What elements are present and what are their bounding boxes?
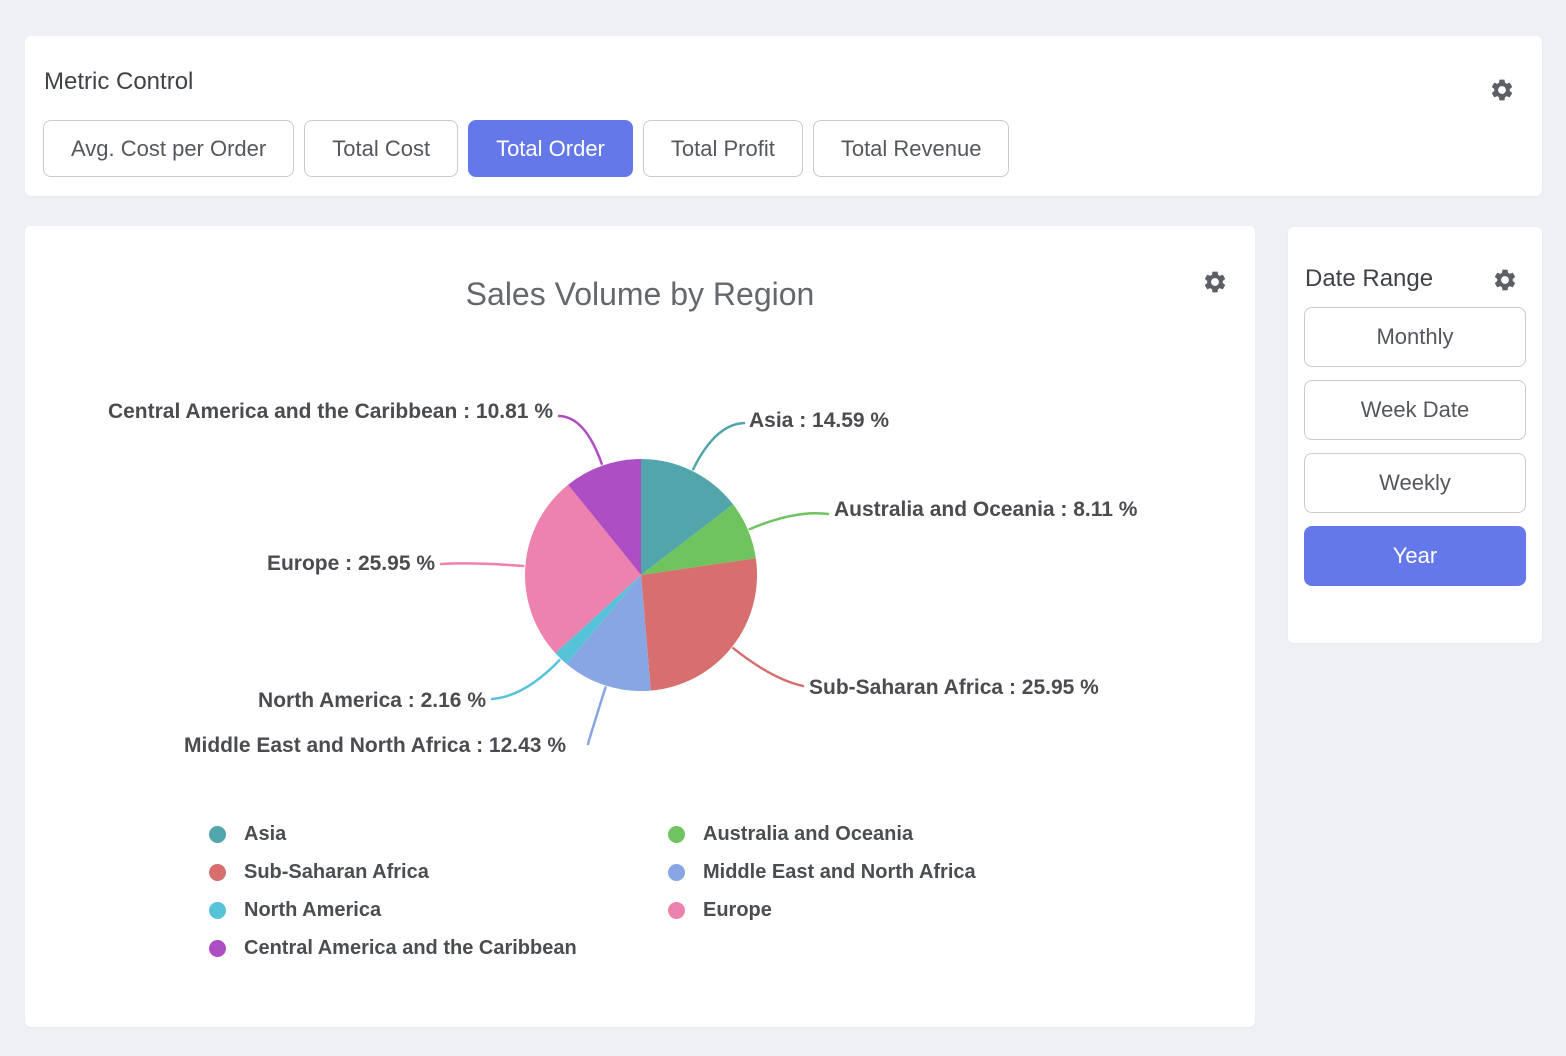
legend-label: Middle East and North Africa (703, 861, 976, 884)
date-range-button-weekly[interactable]: Weekly (1304, 453, 1526, 513)
legend-label: Australia and Oceania (703, 823, 913, 846)
pie-callout-line-asia (693, 423, 744, 469)
legend-dot-sub-saharan-africa (209, 864, 226, 881)
date-range-button-list: Monthly Week Date Weekly Year (1304, 307, 1526, 586)
settings-icon[interactable] (1492, 267, 1518, 293)
pie-callout-line-north-america (492, 660, 559, 699)
legend-dot-middle-east-and-north-africa (668, 864, 685, 881)
legend-item-sub-saharan-africa[interactable]: Sub-Saharan Africa (209, 860, 577, 884)
date-range-panel: Date Range Monthly Week Date Weekly Year (1288, 227, 1542, 643)
pie-callout-line-middle-east-and-north-africa (588, 688, 606, 745)
legend-item-middle-east-and-north-africa[interactable]: Middle East and North Africa (668, 860, 976, 884)
legend-dot-central-america-and-the-caribbean (209, 940, 226, 957)
legend-dot-north-america (209, 902, 226, 919)
legend-dot-europe (668, 902, 685, 919)
legend-label: Europe (703, 899, 772, 922)
metric-button-avg-cost-per-order[interactable]: Avg. Cost per Order (43, 120, 294, 177)
settings-icon[interactable] (1489, 77, 1515, 103)
pie-callout-line-europe (441, 563, 523, 566)
metric-button-total-order[interactable]: Total Order (468, 120, 633, 177)
legend-dot-australia-and-oceania (668, 826, 685, 843)
legend-label: Central America and the Caribbean (244, 937, 577, 960)
date-range-button-year[interactable]: Year (1304, 526, 1526, 586)
metric-button-total-cost[interactable]: Total Cost (304, 120, 458, 177)
metric-button-total-profit[interactable]: Total Profit (643, 120, 803, 177)
legend-label: Asia (244, 823, 286, 846)
sales-volume-chart-panel: Sales Volume by Region Asia : 14.59 %Aus… (25, 226, 1255, 1027)
legend-item-asia[interactable]: Asia (209, 822, 577, 846)
legend-item-north-america[interactable]: North America (209, 898, 577, 922)
date-range-button-monthly[interactable]: Monthly (1304, 307, 1526, 367)
legend-dot-asia (209, 826, 226, 843)
legend-label: North America (244, 899, 381, 922)
metric-button-total-revenue[interactable]: Total Revenue (813, 120, 1010, 177)
pie-callout-line-sub-saharan-africa (733, 648, 803, 686)
legend-column-1: Asia Sub-Saharan Africa North America Centr… (209, 822, 577, 974)
date-range-button-week-date[interactable]: Week Date (1304, 380, 1526, 440)
legend-item-central-america-and-the-caribbean[interactable]: Central America and the Caribbean (209, 936, 577, 960)
legend-item-europe[interactable]: Europe (668, 898, 976, 922)
pie-callout-line-central-america-and-the-caribbean (559, 416, 602, 464)
date-range-title: Date Range (1305, 265, 1433, 293)
metric-control-title: Metric Control (44, 68, 193, 96)
metric-control-panel: Metric Control Avg. Cost per OrderTotal … (25, 36, 1542, 196)
legend-label: Sub-Saharan Africa (244, 861, 429, 884)
pie-callout-line-australia-and-oceania (750, 513, 828, 529)
legend-column-2: Australia and Oceania Middle East and Nor… (668, 822, 976, 936)
metric-button-row: Avg. Cost per OrderTotal CostTotal Order… (43, 120, 1009, 177)
legend-item-australia-and-oceania[interactable]: Australia and Oceania (668, 822, 976, 846)
pie-slice-sub-saharan-africa[interactable] (641, 558, 757, 690)
